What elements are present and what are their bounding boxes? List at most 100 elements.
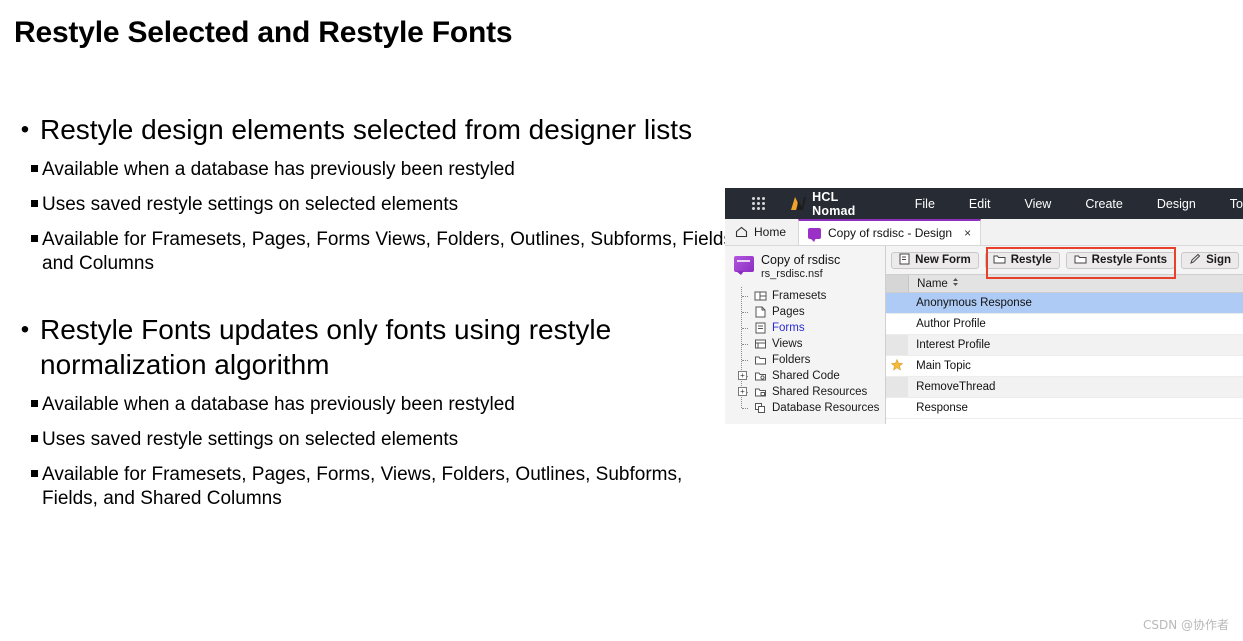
- tree-item-label: Framesets: [772, 290, 827, 302]
- row-name: Anonymous Response: [916, 297, 1032, 309]
- sub-bullet-text: Uses saved restyle settings on selected …: [42, 194, 459, 215]
- app-brand: HCL Nomad: [812, 189, 856, 218]
- tree-item-label: Database Resources: [772, 402, 880, 414]
- sub-bullet: Uses saved restyle settings on selected …: [10, 428, 736, 452]
- hcl-logo-icon: [791, 197, 807, 210]
- database-resources-icon: [754, 402, 767, 414]
- folder-icon: [754, 354, 767, 366]
- main-bullet: • Restyle Fonts updates only fonts using…: [10, 312, 736, 382]
- design-tree: Framesets Pages Forms Views Folders + Sh…: [738, 287, 885, 416]
- restyle-label: Restyle: [1010, 254, 1052, 266]
- list-gutter-header: [886, 275, 910, 292]
- sub-bullet-text: Uses saved restyle settings on selected …: [42, 429, 459, 450]
- tree-item-views[interactable]: Views: [738, 335, 885, 352]
- tree-connector: [738, 351, 754, 368]
- row-name: Author Profile: [916, 318, 986, 330]
- restyle-fonts-button[interactable]: Restyle Fonts: [1065, 251, 1176, 269]
- table-row[interactable]: Main Topic: [886, 356, 1243, 377]
- watermark: CSDN @协作者: [1142, 618, 1229, 632]
- sub-bullet-text: Available for Framesets, Pages, Forms Vi…: [42, 229, 733, 274]
- main-bullet-text: Restyle Fonts updates only fonts using r…: [40, 314, 612, 380]
- shared-resources-icon: [754, 386, 767, 398]
- page-icon: [754, 306, 767, 318]
- tree-item-framesets[interactable]: Framesets: [738, 287, 885, 304]
- menu-item-view[interactable]: View: [1024, 197, 1051, 211]
- sub-bullet-glyph: [10, 158, 42, 182]
- tab-strip: Home Copy of rsdisc - Design ×: [725, 219, 1243, 246]
- app-body: Copy of rsdisc rs_rsdisc.nsf Framesets P…: [725, 246, 1243, 424]
- apps-grid-icon[interactable]: [752, 196, 766, 211]
- restyle-fonts-label: Restyle Fonts: [1091, 254, 1168, 266]
- sort-icon[interactable]: [952, 277, 959, 290]
- restyle-button[interactable]: Restyle: [984, 251, 1060, 269]
- sub-bullet: Available for Framesets, Pages, Forms, V…: [10, 463, 736, 511]
- menu-item-design[interactable]: Design: [1157, 197, 1196, 211]
- table-row[interactable]: Response: [886, 398, 1243, 419]
- tree-connector: [738, 335, 754, 352]
- tree-item-folders[interactable]: Folders: [738, 351, 885, 368]
- menu-item-tools[interactable]: To: [1230, 197, 1243, 211]
- row-gutter: [886, 398, 908, 418]
- sub-bullet: Available when a database has previously…: [10, 393, 736, 417]
- tree-item-shared-resources[interactable]: + Shared Resources: [738, 383, 885, 400]
- bullet-glyph: •: [20, 116, 30, 143]
- design-document-area: New Form Restyle Restyle Fonts Sign Name…: [886, 246, 1243, 424]
- design-sidebar: Copy of rsdisc rs_rsdisc.nsf Framesets P…: [725, 246, 887, 424]
- tree-item-label: Folders: [772, 354, 811, 366]
- table-row[interactable]: Author Profile: [886, 314, 1243, 335]
- close-icon[interactable]: ×: [964, 226, 971, 240]
- sign-label: Sign: [1206, 254, 1231, 266]
- new-form-icon: [899, 253, 910, 268]
- table-row[interactable]: Interest Profile: [886, 335, 1243, 356]
- sub-bullet-glyph: [10, 428, 42, 452]
- view-icon: [754, 338, 767, 350]
- shared-code-icon: [754, 370, 767, 382]
- row-gutter: [886, 335, 909, 355]
- tree-connector: [738, 287, 754, 304]
- tree-item-forms[interactable]: Forms: [738, 319, 885, 336]
- database-icon: [734, 256, 754, 275]
- row-gutter: [886, 356, 908, 376]
- sub-bullet-glyph: [10, 463, 42, 487]
- menu-item-file[interactable]: File: [915, 197, 935, 211]
- tree-item-label: Shared Resources: [772, 386, 868, 398]
- row-name: Response: [916, 402, 968, 414]
- row-name: Main Topic: [916, 360, 971, 372]
- database-icon: [808, 227, 822, 242]
- table-row[interactable]: RemoveThread: [886, 377, 1243, 398]
- tab-document[interactable]: Copy of rsdisc - Design ×: [798, 219, 982, 245]
- page-title: Restyle Selected and Restyle Fonts: [14, 16, 513, 49]
- tree-connector: [738, 399, 754, 416]
- tree-item-label: Views: [772, 338, 803, 350]
- tree-item-shared-code[interactable]: + Shared Code: [738, 367, 885, 384]
- star-icon[interactable]: [890, 358, 904, 374]
- tab-home[interactable]: Home: [725, 219, 798, 245]
- tree-connector: [738, 303, 754, 320]
- menu-item-edit[interactable]: Edit: [969, 197, 991, 211]
- database-header[interactable]: Copy of rsdisc rs_rsdisc.nsf: [725, 252, 885, 285]
- row-gutter: [886, 293, 909, 313]
- tab-home-label: Home: [754, 225, 787, 239]
- tree-item-pages[interactable]: Pages: [738, 303, 885, 320]
- row-gutter: [886, 314, 908, 334]
- column-header-name[interactable]: Name: [909, 277, 959, 290]
- bullet-group-2: • Restyle Fonts updates only fonts using…: [10, 312, 736, 511]
- new-form-button[interactable]: New Form: [891, 251, 979, 269]
- app-header: HCL Nomad File Edit View Create Design T…: [725, 188, 1243, 219]
- folder-icon: [1074, 253, 1087, 268]
- expand-icon[interactable]: +: [738, 387, 747, 396]
- expand-icon[interactable]: +: [738, 371, 747, 380]
- table-row[interactable]: Anonymous Response: [886, 293, 1243, 314]
- slide-content: • Restyle design elements selected from …: [10, 112, 736, 522]
- design-toolbar: New Form Restyle Restyle Fonts Sign: [886, 246, 1243, 279]
- sign-button[interactable]: Sign: [1181, 251, 1239, 269]
- folder-icon: [993, 253, 1006, 268]
- menu-item-create[interactable]: Create: [1085, 197, 1123, 211]
- database-title: Copy of rsdisc: [761, 253, 841, 267]
- tree-item-database-resources[interactable]: Database Resources: [738, 399, 885, 416]
- new-form-label: New Form: [915, 254, 971, 266]
- row-gutter: [886, 377, 909, 397]
- pencil-icon: [1189, 253, 1201, 268]
- frameset-icon: [754, 290, 767, 302]
- bullet-group-1: • Restyle design elements selected from …: [10, 112, 736, 276]
